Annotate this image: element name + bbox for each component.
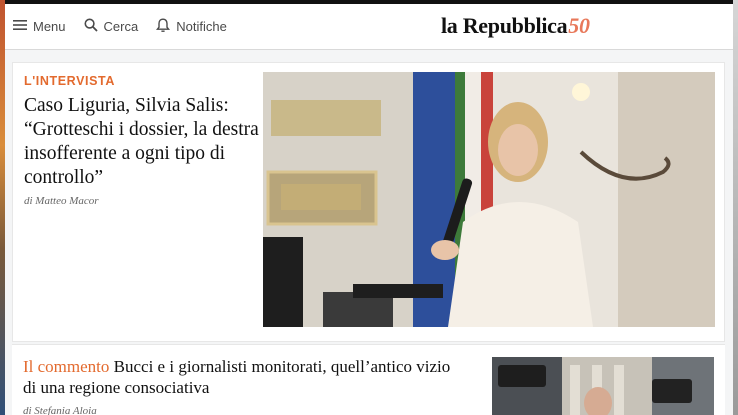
second-story-card[interactable]: Il commento Bucci e i giornalisti monito… <box>12 344 725 415</box>
menu-label: Menu <box>33 19 66 34</box>
second-story-photo[interactable] <box>492 357 714 415</box>
main-story-photo-illustration <box>263 72 715 327</box>
search-label: Cerca <box>103 19 139 34</box>
logo-wordmark: la Repubblica <box>441 13 568 38</box>
second-story-byline: di Stefania Aloia <box>23 405 97 415</box>
site-header: Menu Cerca Notifiche la Repubblica 50 <box>5 4 733 50</box>
bell-icon <box>156 17 171 36</box>
notifications-button[interactable]: Notifiche <box>156 4 227 50</box>
second-story-photo-illustration <box>492 357 714 415</box>
notifications-label: Notifiche <box>176 19 227 34</box>
logo-anniversary: 50 <box>568 13 590 38</box>
menu-button[interactable]: Menu <box>13 4 66 50</box>
second-story-headline-block[interactable]: Il commento Bucci e i giornalisti monito… <box>23 356 463 398</box>
main-content: L'INTERVISTA Caso Liguria, Silvia Salis:… <box>5 50 733 415</box>
search-button[interactable]: Cerca <box>84 4 139 50</box>
main-story-photo[interactable] <box>263 72 715 327</box>
site-logo[interactable]: la Repubblica 50 <box>441 13 590 43</box>
right-edge-strip <box>733 0 738 415</box>
main-story-kicker[interactable]: L'INTERVISTA <box>24 74 115 88</box>
main-story-headline[interactable]: Caso Liguria, Silvia Salis: “Grotteschi … <box>24 94 260 190</box>
second-story-kicker[interactable]: Il commento <box>23 357 109 376</box>
hamburger-icon <box>13 19 27 34</box>
main-story-card[interactable]: L'INTERVISTA Caso Liguria, Silvia Salis:… <box>12 62 725 342</box>
search-icon <box>84 18 98 35</box>
main-story-byline: di Matteo Macor <box>24 195 99 207</box>
